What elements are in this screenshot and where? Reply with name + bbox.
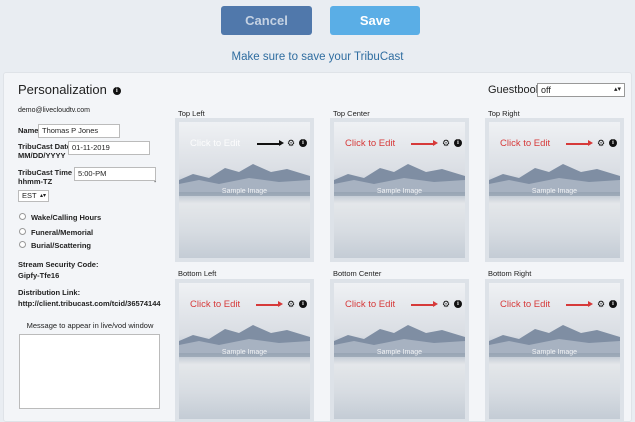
date-label: TribuCast Date MM/DD/YYYY	[18, 142, 71, 160]
chevron-updown-icon: ▴▾	[613, 86, 621, 93]
tile-label-top-center: Top Center	[333, 109, 370, 118]
sample-image-text: Sample Image	[531, 188, 578, 195]
tile-label-top-left: Top Left	[178, 109, 205, 118]
info-icon[interactable]: i	[609, 300, 617, 308]
arrow-right-icon	[566, 301, 593, 307]
timezone-select[interactable]: EST ▴▾	[18, 190, 49, 202]
click-to-edit[interactable]: Click to Edit	[190, 299, 240, 310]
security-value: Gipfy-Tfe16	[18, 271, 60, 280]
tile-bottom-center[interactable]: Sample Image Click to Edit ⚙ i	[330, 279, 469, 422]
radio-funeral[interactable]	[19, 228, 26, 235]
account-email: demo@livecloudtv.com	[18, 107, 90, 114]
save-notice: Make sure to save your TribuCast	[231, 51, 404, 63]
link-label: Distribution Link:	[18, 288, 81, 297]
cancel-button[interactable]: Cancel	[221, 6, 312, 35]
security-label: Stream Security Code:	[18, 260, 99, 269]
chevron-updown-icon: ▴▾	[39, 193, 46, 199]
sample-image-text: Sample Image	[221, 188, 268, 195]
link-value[interactable]: http://client.tribucast.com/tcid/3657414…	[18, 299, 161, 308]
tile-label-top-right: Top Right	[488, 109, 520, 118]
date-field[interactable]: 01-11-2019	[68, 141, 150, 155]
info-icon[interactable]: i	[299, 139, 307, 147]
arrow-right-icon	[411, 301, 438, 307]
message-label: Message to appear in live/vod window	[26, 321, 154, 330]
time-label-line1: TribuCast Time	[18, 168, 73, 177]
option-burial-label: Burial/Scattering	[31, 241, 92, 250]
time-label: TribuCast Time hhmm-TZ	[18, 168, 72, 186]
option-funeral-label: Funeral/Memorial	[31, 228, 94, 237]
panel-title-text: Personalization	[18, 82, 107, 97]
info-icon[interactable]: i	[454, 139, 462, 147]
tile-bottom-left[interactable]: Sample Image Click to Edit ⚙ i	[175, 279, 314, 422]
personalization-panel: Personalization i Guestbook off ▴▾ demo@li…	[3, 72, 632, 422]
tile-label-bottom-right: Bottom Right	[488, 269, 532, 278]
click-to-edit[interactable]: Click to Edit	[345, 138, 395, 149]
sample-image-text: Sample Image	[221, 349, 268, 356]
tile-label-bottom-left: Bottom Left	[178, 269, 217, 278]
gear-icon[interactable]: ⚙	[442, 299, 450, 310]
guestbook-label: Guestbook	[488, 84, 542, 96]
time-field[interactable]: 5:00-PM	[74, 167, 156, 181]
gear-icon[interactable]: ⚙	[597, 138, 605, 149]
info-icon[interactable]: i	[454, 300, 462, 308]
gear-icon[interactable]: ⚙	[442, 138, 450, 149]
sample-image-text: Sample Image	[376, 349, 423, 356]
timezone-value: EST	[22, 191, 37, 200]
click-to-edit[interactable]: Click to Edit	[190, 138, 240, 149]
tile-top-right[interactable]: Sample Image Click to Edit ⚙ i	[485, 118, 624, 262]
time-label-line2: hhmm-TZ	[18, 177, 53, 186]
radio-burial[interactable]	[19, 241, 26, 248]
guestbook-value: off	[541, 85, 551, 95]
arrow-right-icon	[257, 140, 284, 146]
info-icon[interactable]: i	[112, 86, 121, 95]
date-label-line2: MM/DD/YYYY	[18, 151, 66, 160]
name-field[interactable]: Thomas P Jones	[38, 124, 120, 138]
gear-icon[interactable]: ⚙	[597, 299, 605, 310]
click-to-edit[interactable]: Click to Edit	[500, 299, 550, 310]
click-to-edit[interactable]: Click to Edit	[345, 299, 395, 310]
info-icon[interactable]: i	[609, 139, 617, 147]
name-label: Name	[18, 126, 39, 135]
tile-label-bottom-center: Bottom Center	[333, 269, 382, 278]
gear-icon[interactable]: ⚙	[287, 299, 295, 310]
arrow-right-icon	[566, 140, 593, 146]
option-wake-label: Wake/Calling Hours	[31, 213, 102, 222]
date-label-line1: TribuCast Date	[18, 142, 71, 151]
panel-title: Personalization i	[18, 82, 121, 97]
distribution-link: Distribution Link: http://client.tribucas…	[18, 288, 161, 308]
tile-top-center[interactable]: Sample Image Click to Edit ⚙ i	[330, 118, 469, 262]
sample-image-text: Sample Image	[531, 349, 578, 356]
info-icon[interactable]: i	[299, 300, 307, 308]
arrow-right-icon	[256, 301, 283, 307]
click-to-edit[interactable]: Click to Edit	[500, 138, 550, 149]
sample-image-text: Sample Image	[376, 188, 423, 195]
security-code: Stream Security Code: Gipfy-Tfe16	[18, 260, 98, 280]
gear-icon[interactable]: ⚙	[287, 138, 295, 149]
message-textarea[interactable]	[19, 334, 160, 409]
save-button[interactable]: Save	[330, 6, 420, 35]
time-dash: -	[154, 179, 157, 186]
arrow-right-icon	[411, 140, 438, 146]
radio-wake[interactable]	[19, 213, 26, 220]
tile-bottom-right[interactable]: Sample Image Click to Edit ⚙ i	[485, 279, 624, 422]
tile-top-left[interactable]: Sample Image Click to Edit ⚙ i	[175, 118, 314, 262]
guestbook-select[interactable]: off ▴▾	[537, 83, 625, 97]
